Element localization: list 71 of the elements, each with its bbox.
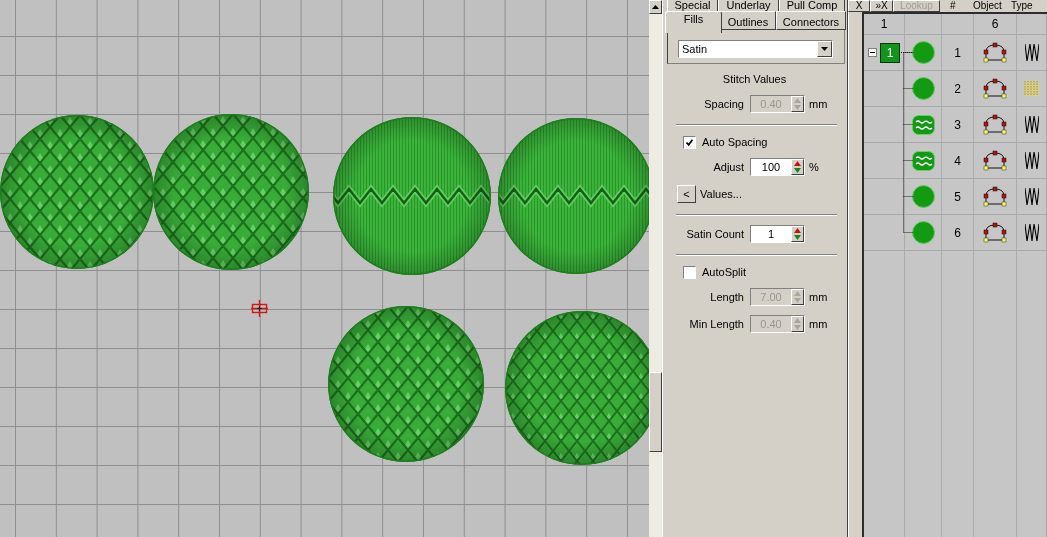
checkmark-icon xyxy=(686,138,693,146)
toolbar-button[interactable]: »X xyxy=(870,0,893,12)
button-label: Values... xyxy=(700,187,742,201)
checkbox-label: Auto Spacing xyxy=(702,135,768,149)
crosshair-icon xyxy=(251,300,268,317)
wavy-band-icon xyxy=(911,114,935,135)
tab[interactable]: Connectors xyxy=(776,11,846,30)
minus-box-icon[interactable] xyxy=(868,48,877,57)
unit-label: mm xyxy=(809,290,828,304)
spin-button[interactable] xyxy=(791,159,804,175)
dropdown-button[interactable] xyxy=(817,41,832,57)
number-field[interactable]: 1 xyxy=(750,225,805,243)
object-number: 1 xyxy=(954,45,961,60)
node-outline-icon xyxy=(982,114,1008,135)
scroll-thumb[interactable] xyxy=(649,372,662,452)
zigzag-stitch-icon xyxy=(1024,152,1039,169)
zigzag-stitch-icon xyxy=(1024,188,1039,205)
toolbar-button[interactable]: X xyxy=(848,0,870,12)
up-down-arrows-icon xyxy=(794,291,801,303)
down-arrow-icon xyxy=(821,47,828,51)
column-header: Type xyxy=(1011,0,1034,12)
section-heading: Stitch Values xyxy=(721,73,788,86)
node-outline-icon xyxy=(982,186,1008,207)
node-outline-icon xyxy=(982,42,1008,63)
tab[interactable]: Outlines xyxy=(720,11,776,30)
field-label: Spacing xyxy=(703,97,744,111)
vertical-scrollbar[interactable] xyxy=(649,0,662,537)
column-header: 6 xyxy=(991,17,999,31)
checkbox-label: AutoSplit xyxy=(702,265,747,279)
tab[interactable]: Fills xyxy=(665,11,722,33)
values-button[interactable]: < xyxy=(677,185,696,203)
column-header: # xyxy=(950,0,957,12)
scroll-up-button[interactable] xyxy=(649,0,662,14)
zigzag-stitch-icon xyxy=(1024,44,1039,61)
node-outline-icon xyxy=(982,78,1008,99)
up-down-arrows-icon xyxy=(794,228,801,240)
object-number: 4 xyxy=(954,153,961,168)
wavy-band-icon xyxy=(911,150,935,171)
checkbox[interactable] xyxy=(683,135,696,149)
node-outline-icon xyxy=(982,222,1008,243)
fill-type-dropdown[interactable]: Satin xyxy=(678,40,833,58)
circle-icon xyxy=(911,77,935,100)
unit-label: % xyxy=(809,160,819,174)
circle-icon xyxy=(911,41,935,64)
checkbox[interactable] xyxy=(683,265,696,279)
circle-icon xyxy=(911,185,935,208)
up-down-arrows-icon xyxy=(794,98,801,110)
column-header: 1 xyxy=(880,17,888,31)
fill-stitch-icon xyxy=(1024,81,1039,96)
number-field[interactable]: 100 xyxy=(750,158,805,176)
field-label: Min Length xyxy=(688,317,744,331)
field-label: Adjust xyxy=(712,160,744,174)
unit-label: mm xyxy=(809,97,828,111)
spin-button[interactable] xyxy=(791,226,804,242)
object-number: 6 xyxy=(954,225,961,240)
field-label: Satin Count xyxy=(685,227,744,241)
object-number: 2 xyxy=(954,81,961,96)
design-canvas[interactable] xyxy=(0,0,649,537)
column-header: Object xyxy=(973,0,1003,12)
color-group-node[interactable]: 1 xyxy=(880,42,900,63)
node-outline-icon xyxy=(982,150,1008,171)
circle-icon xyxy=(911,221,935,244)
up-down-arrows-icon xyxy=(794,161,801,173)
zigzag-stitch-icon xyxy=(1024,224,1039,241)
up-arrow-icon xyxy=(652,5,659,9)
object-number: 3 xyxy=(954,117,961,132)
unit-label: mm xyxy=(809,317,828,331)
zigzag-stitch-icon xyxy=(1024,116,1039,133)
field-label: Length xyxy=(709,290,744,304)
object-number: 5 xyxy=(954,189,961,204)
up-down-arrows-icon xyxy=(794,318,801,330)
